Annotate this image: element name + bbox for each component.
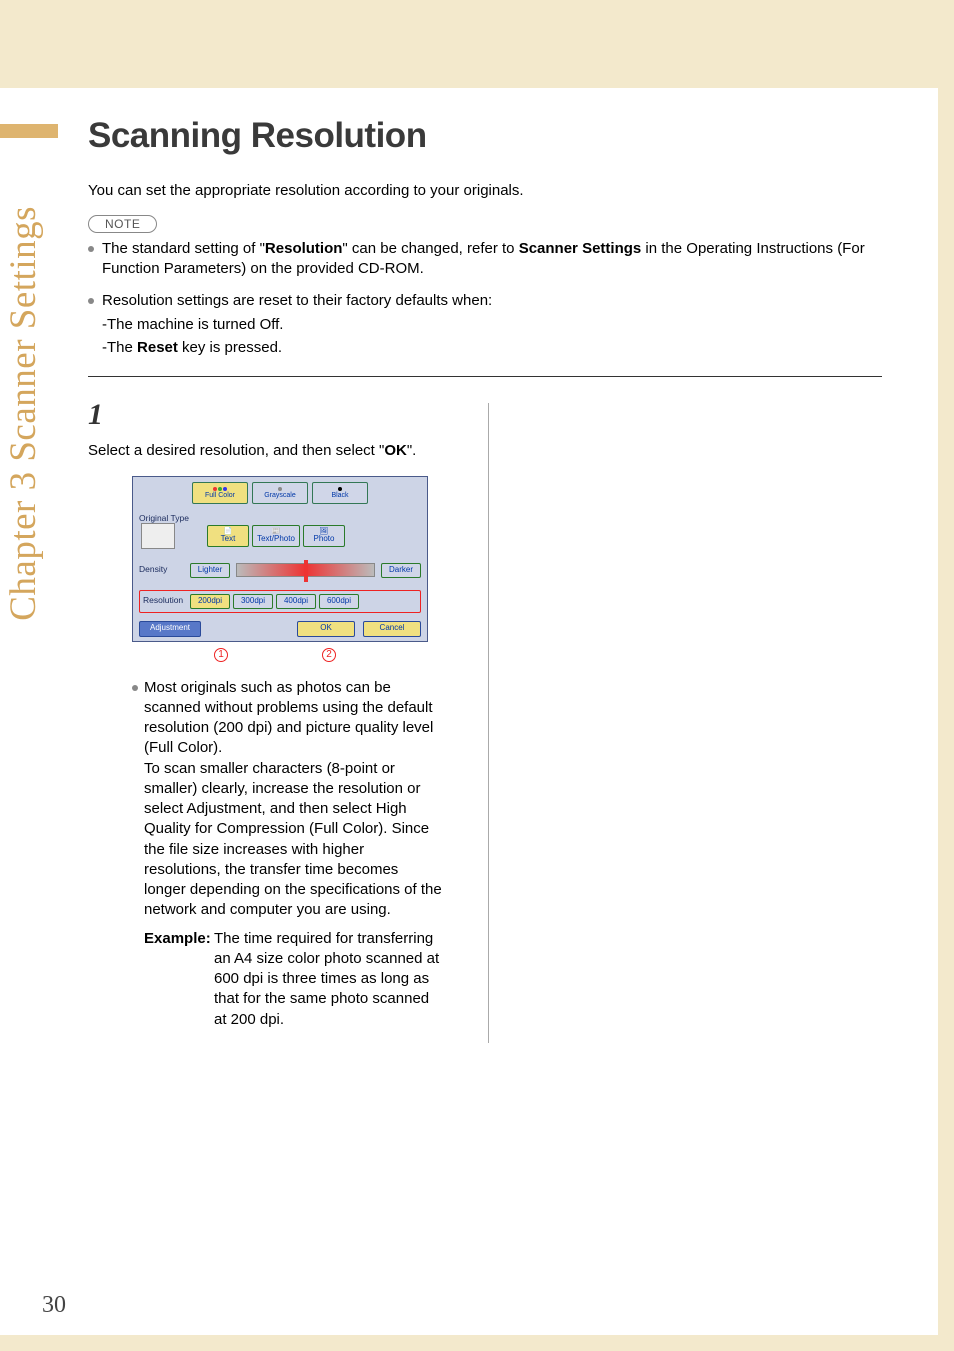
res-400-button[interactable]: 400dpi bbox=[276, 594, 316, 609]
res-600-button[interactable]: 600dpi bbox=[319, 594, 359, 609]
example-label: Example: bbox=[144, 930, 211, 947]
note-2-sub2: -The Reset key is pressed. bbox=[88, 338, 882, 358]
note-1-bold2: Scanner Settings bbox=[519, 240, 642, 257]
res-300-button[interactable]: 300dpi bbox=[233, 594, 273, 609]
density-slider[interactable] bbox=[236, 563, 375, 577]
chapter-side-label: Chapter 3 Scanner Settings bbox=[0, 206, 48, 621]
example-block: Example: The time required for transferr… bbox=[144, 929, 444, 1030]
cancel-button[interactable]: Cancel bbox=[363, 621, 421, 637]
device-screenshot: Full Color Grayscale Black Origin bbox=[132, 476, 428, 642]
screenshot-wrap: Full Color Grayscale Black Origin bbox=[132, 476, 428, 642]
callout-1: 1 bbox=[214, 648, 228, 662]
page: Chapter 3 Scanner Settings Scanning Reso… bbox=[0, 88, 938, 1335]
accent-bar bbox=[0, 124, 58, 138]
step-row: 1 Select a desired resolution, and then … bbox=[88, 395, 882, 1043]
step-column: 1 Select a desired resolution, and then … bbox=[88, 395, 488, 1043]
ok-button[interactable]: OK bbox=[297, 621, 355, 637]
intro-text: You can set the appropriate resolution a… bbox=[88, 181, 882, 201]
callout-2: 2 bbox=[322, 648, 336, 662]
note-2-line: Resolution settings are reset to their f… bbox=[102, 292, 492, 309]
note-pill: NOTE bbox=[88, 215, 157, 233]
step-text: Select a desired resolution, and then se… bbox=[88, 435, 418, 461]
note-2: Resolution settings are reset to their f… bbox=[88, 291, 882, 311]
lighter-button[interactable]: Lighter bbox=[190, 563, 230, 578]
orig-photo-button[interactable]: 🖼Photo bbox=[303, 525, 345, 547]
callouts: 1 2 bbox=[132, 648, 428, 668]
note-2-sub1: -The machine is turned Off. bbox=[88, 315, 882, 335]
column-divider bbox=[488, 403, 489, 1043]
resolution-label: Resolution bbox=[143, 595, 187, 606]
example-text: The time required for transferring an A4… bbox=[214, 929, 444, 1030]
tab-black[interactable]: Black bbox=[312, 482, 368, 504]
note-1-bold1: Resolution bbox=[265, 240, 343, 257]
note-1-pre: The standard setting of " bbox=[102, 240, 265, 257]
density-label: Density bbox=[139, 564, 187, 575]
step-number: 1 bbox=[88, 395, 132, 436]
page-title: Scanning Resolution bbox=[88, 112, 882, 159]
page-number: 30 bbox=[42, 1292, 66, 1319]
orig-textphoto-button[interactable]: 📰Text/Photo bbox=[252, 525, 300, 547]
res-200-button[interactable]: 200dpi bbox=[190, 594, 230, 609]
orig-thumbnail bbox=[141, 523, 175, 549]
tab-grayscale[interactable]: Grayscale bbox=[252, 482, 308, 504]
tab-full-color[interactable]: Full Color bbox=[192, 482, 248, 504]
divider bbox=[88, 376, 882, 377]
note-1-mid: " can be changed, refer to bbox=[342, 240, 518, 257]
content-area: Scanning Resolution You can set the appr… bbox=[88, 112, 882, 1043]
orig-text-button[interactable]: 📄Text bbox=[207, 525, 249, 547]
body-bullet: Most originals such as photos can be sca… bbox=[132, 678, 442, 921]
darker-button[interactable]: Darker bbox=[381, 563, 421, 578]
note-1: The standard setting of "Resolution" can… bbox=[88, 239, 882, 280]
adjustment-button[interactable]: Adjustment bbox=[139, 621, 201, 637]
